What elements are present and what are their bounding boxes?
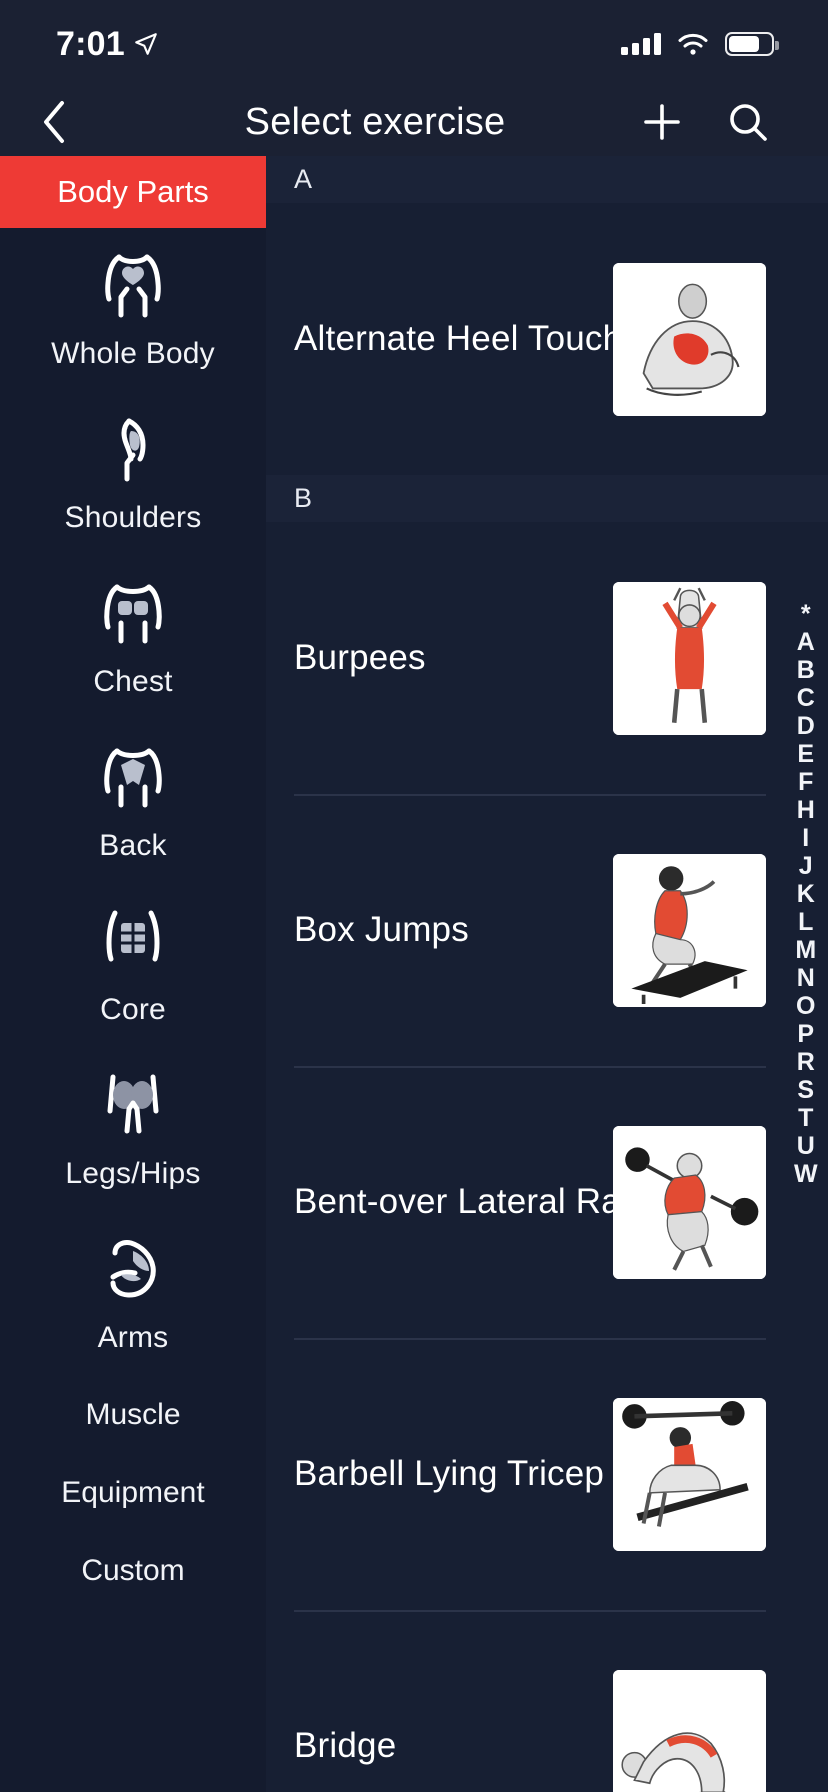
alpha-index-letter[interactable]: S: [797, 1076, 814, 1104]
navigation-actions: [640, 100, 828, 144]
wifi-icon: [678, 33, 708, 55]
exercise-list[interactable]: A Alternate Heel Touch... B Burpees: [266, 156, 828, 1792]
alpha-index-letter[interactable]: *: [801, 600, 811, 628]
plus-icon: [644, 104, 680, 140]
alpha-index-letter[interactable]: I: [802, 824, 809, 852]
alpha-index-letter[interactable]: N: [797, 964, 816, 992]
sidebar-item-label: Core: [100, 993, 166, 1026]
cellular-signal-icon: [621, 33, 661, 55]
chevron-left-icon: [44, 101, 64, 143]
sidebar-item-shoulders[interactable]: Shoulders: [0, 392, 266, 556]
alphabet-index[interactable]: * A B C D E F H I J K L M N O P R S T U W: [788, 600, 824, 1188]
table-row[interactable]: Alternate Heel Touch...: [266, 203, 828, 475]
search-icon: [730, 104, 767, 141]
sidebar-tab-custom[interactable]: Custom: [0, 1532, 266, 1610]
page-title: Select exercise: [244, 100, 506, 143]
exercise-name: Box Jumps: [294, 910, 469, 949]
section-header-b: B: [266, 475, 828, 522]
bridge-thumbnail: [613, 1669, 766, 1792]
sidebar-item-legs-hips[interactable]: Legs/Hips: [0, 1048, 266, 1212]
sidebar-tab-body-parts[interactable]: Body Parts: [0, 156, 266, 228]
alpha-index-letter[interactable]: U: [797, 1132, 816, 1160]
add-exercise-button[interactable]: [640, 100, 684, 144]
sidebar-item-core[interactable]: Core: [0, 884, 266, 1048]
alpha-index-letter[interactable]: E: [797, 740, 814, 768]
alpha-index-letter[interactable]: P: [797, 1020, 814, 1048]
alpha-index-letter[interactable]: J: [799, 852, 813, 880]
legs-hips-icon: [91, 1069, 175, 1143]
section-letter: A: [294, 164, 313, 194]
alpha-index-letter[interactable]: M: [795, 936, 816, 964]
section-header-a: A: [266, 156, 828, 203]
status-time: 7:01: [56, 24, 125, 63]
barbell-lying-tricep-extension-thumbnail: [613, 1397, 766, 1551]
table-row[interactable]: Burpees: [266, 522, 828, 794]
alpha-index-letter[interactable]: H: [797, 796, 816, 824]
sidebar-item-label: Shoulders: [64, 501, 202, 534]
status-bar-right: [621, 32, 779, 56]
alpha-index-letter[interactable]: C: [797, 684, 816, 712]
sidebar-tab-muscle[interactable]: Muscle: [0, 1376, 266, 1454]
category-sidebar[interactable]: Body Parts Whole Body Shoulders Chest Ba…: [0, 156, 266, 1792]
alternate-heel-touch-thumbnail: [613, 262, 766, 416]
sidebar-item-chest[interactable]: Chest: [0, 556, 266, 720]
location-arrow-icon: [135, 33, 157, 55]
exercise-name: Alternate Heel Touch...: [294, 319, 613, 358]
alpha-index-letter[interactable]: O: [796, 992, 816, 1020]
alpha-index-letter[interactable]: A: [797, 628, 816, 656]
status-bar-left: 7:01: [56, 25, 159, 64]
sidebar-item-back[interactable]: Back: [0, 720, 266, 884]
alpha-index-letter[interactable]: D: [797, 712, 816, 740]
sidebar-item-whole-body[interactable]: Whole Body: [0, 228, 266, 392]
sidebar-tab-equipment[interactable]: Equipment: [0, 1454, 266, 1532]
navigation-bar: Select exercise: [0, 88, 828, 156]
table-row[interactable]: Bent-over Lateral Rai...: [266, 1066, 828, 1338]
chest-icon: [91, 577, 175, 651]
burpees-thumbnail: [613, 581, 766, 735]
alpha-index-letter[interactable]: T: [798, 1104, 814, 1132]
sidebar-footer-label: Custom: [81, 1554, 185, 1587]
section-letter: B: [294, 483, 313, 513]
sidebar-item-label: Back: [99, 829, 167, 862]
sidebar-item-label: Arms: [97, 1321, 169, 1354]
back-icon: [91, 741, 175, 815]
alpha-index-letter[interactable]: K: [797, 880, 816, 908]
search-button[interactable]: [726, 100, 770, 144]
sidebar-item-list: Whole Body Shoulders Chest Back Core Leg…: [0, 228, 266, 1376]
box-jumps-thumbnail: [613, 853, 766, 1007]
sidebar-item-label: Legs/Hips: [65, 1157, 201, 1190]
exercise-name: Bent-over Lateral Rai...: [294, 1182, 613, 1221]
arms-icon: [91, 1233, 175, 1307]
sidebar-footer-label: Muscle: [85, 1398, 181, 1431]
alpha-index-letter[interactable]: F: [798, 768, 814, 796]
table-row[interactable]: Bridge: [266, 1610, 828, 1792]
status-bar: 7:01: [0, 0, 828, 88]
back-button[interactable]: [0, 88, 110, 156]
shoulders-icon: [91, 413, 175, 487]
bent-over-lateral-raise-thumbnail: [613, 1125, 766, 1279]
sidebar-item-arms[interactable]: Arms: [0, 1212, 266, 1376]
alpha-index-letter[interactable]: W: [794, 1160, 818, 1188]
exercise-name: Bridge: [294, 1726, 397, 1765]
alpha-index-letter[interactable]: L: [798, 908, 814, 936]
sidebar-tab-label: Body Parts: [57, 174, 209, 209]
whole-body-icon: [91, 249, 175, 323]
alpha-index-letter[interactable]: R: [797, 1048, 816, 1076]
table-row[interactable]: Box Jumps: [266, 794, 828, 1066]
battery-icon: [725, 32, 779, 56]
exercise-name: Barbell Lying Tricep E...: [294, 1454, 613, 1493]
core-icon: [91, 905, 175, 979]
sidebar-item-label: Chest: [93, 665, 173, 698]
table-row[interactable]: Barbell Lying Tricep E...: [266, 1338, 828, 1610]
alpha-index-letter[interactable]: B: [797, 656, 816, 684]
sidebar-footer-label: Equipment: [61, 1476, 205, 1509]
exercise-name: Burpees: [294, 638, 426, 677]
sidebar-item-label: Whole Body: [51, 337, 215, 370]
